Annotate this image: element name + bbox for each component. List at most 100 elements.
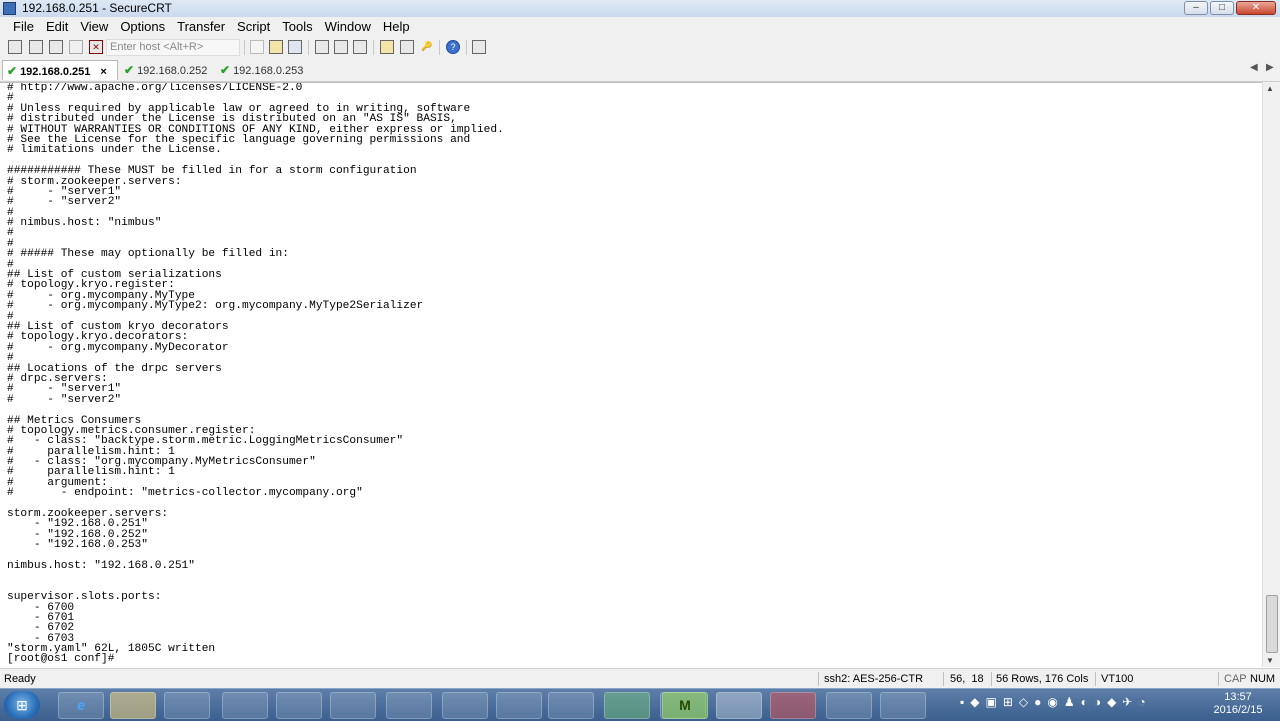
media-player-icon[interactable]: [164, 692, 210, 719]
file-explorer-icon[interactable]: [110, 692, 156, 719]
tab-192-168-0-252[interactable]: ✔ 192.168.0.252: [124, 60, 216, 80]
host-input[interactable]: Enter host <Alt+R>: [106, 39, 240, 56]
terminal-line: # ##### These may optionally be filled i…: [7, 248, 289, 261]
close-tab-icon[interactable]: ×: [100, 66, 106, 78]
terminal-app-icon[interactable]: [330, 692, 376, 719]
tab-scroll-left-icon[interactable]: ◀: [1250, 62, 1258, 73]
start-button[interactable]: ⊞: [4, 691, 40, 719]
session-options-icon[interactable]: [380, 40, 394, 54]
terminal-line: # storm.zookeeper.servers:: [7, 175, 182, 188]
terminal-line: # - "server1": [7, 185, 122, 198]
editor-icon[interactable]: [442, 692, 488, 719]
title-bar: 192.168.0.251 - SecureCRT – □ ✕: [0, 0, 1280, 18]
tab-192-168-0-251[interactable]: ✔ 192.168.0.251 ×: [2, 60, 118, 80]
network-tool-icon[interactable]: [386, 692, 432, 719]
menu-transfer[interactable]: Transfer: [171, 17, 231, 37]
terminal-scrollbar[interactable]: ▲ ▼: [1262, 82, 1280, 667]
terminal-line: [root@os1 conf]#: [7, 653, 122, 666]
disconnect-icon[interactable]: ✕: [89, 40, 103, 54]
menu-options[interactable]: Options: [114, 17, 171, 37]
terminal-line: - 6702: [7, 622, 75, 635]
terminal-line: # drpc.servers:: [7, 372, 108, 385]
tab-scroll-right-icon[interactable]: ▶: [1266, 62, 1274, 73]
status-cursor-position: 56, 18: [950, 673, 984, 685]
tab-label: 192.168.0.251: [20, 66, 91, 78]
connect-in-tab-icon[interactable]: [49, 40, 63, 54]
copy-icon[interactable]: [250, 40, 264, 54]
status-encryption: ssh2: AES-256-CTR: [824, 673, 924, 685]
securecrt-app-icon: [3, 2, 16, 15]
terminal-line: # - endpoint: "metrics-collector.mycompa…: [7, 487, 363, 500]
status-ready: Ready: [4, 673, 36, 685]
windows-taskbar: ⊞ e M ▪◆▣⊞◇●◉♟◐◑◆✈◔ 13:57 2016/2/15: [0, 688, 1280, 721]
mindmap-icon[interactable]: M: [662, 692, 708, 719]
menu-window[interactable]: Window: [319, 17, 377, 37]
status-divider: [1095, 672, 1096, 686]
terminal-line: # - "server2": [7, 393, 122, 406]
terminal-line: #: [7, 206, 14, 219]
help-icon[interactable]: ?: [446, 40, 460, 54]
terminal-line: supervisor.slots.ports:: [7, 591, 162, 604]
print-icon[interactable]: [315, 40, 329, 54]
status-num-lock: NUM: [1250, 673, 1276, 685]
xmind-icon[interactable]: [770, 692, 816, 719]
eraser-icon[interactable]: [826, 692, 872, 719]
terminal-line: #: [7, 227, 14, 240]
system-clock[interactable]: 13:57 2016/2/15: [1208, 691, 1268, 717]
terminal-line: - 6701: [7, 611, 75, 624]
sftp-icon[interactable]: [472, 40, 486, 54]
terminal-line: # - "server2": [7, 196, 122, 209]
status-emulation: VT100: [1101, 673, 1134, 685]
terminal-line: # limitations under the License.: [7, 144, 222, 157]
terminal-line: ## Locations of the drpc servers: [7, 362, 222, 375]
tab-label: 192.168.0.253: [233, 65, 304, 77]
toolbar-separator: [373, 40, 374, 55]
securecrt-taskbar-icon[interactable]: [716, 692, 762, 719]
status-terminal-size: 56 Rows, 176 Cols: [996, 673, 1089, 685]
tab-192-168-0-253[interactable]: ✔ 192.168.0.253: [220, 60, 312, 80]
menu-help[interactable]: Help: [377, 17, 416, 37]
print-selection-icon[interactable]: [334, 40, 348, 54]
terminal-line: storm.zookeeper.servers:: [7, 508, 169, 521]
cloud-sync-icon[interactable]: [222, 692, 268, 719]
terminal-line: ## List of custom kryo decorators: [7, 320, 229, 333]
quick-connect-icon[interactable]: [29, 40, 43, 54]
reconnect-icon[interactable]: [69, 40, 83, 54]
connected-check-icon: ✔: [124, 63, 135, 77]
spreadsheet-icon[interactable]: [604, 692, 650, 719]
scrollbar-thumb[interactable]: [1266, 595, 1278, 653]
terminal-line: - "192.168.0.251": [7, 518, 148, 531]
eclipse-icon[interactable]: [496, 692, 542, 719]
connect-icon[interactable]: [8, 40, 22, 54]
menu-edit[interactable]: Edit: [40, 17, 74, 37]
terminal-line: # nimbus.host: "nimbus": [7, 217, 162, 230]
terminal-line: # distributed under the License is distr…: [7, 113, 457, 126]
terminal-line: # http://www.apache.org/licenses/LICENSE…: [7, 82, 303, 94]
menu-tools[interactable]: Tools: [276, 17, 318, 37]
menu-view[interactable]: View: [74, 17, 114, 37]
connected-check-icon: ✔: [7, 64, 18, 78]
terminal-line: # - class: "org.mycompany.MyMetricsConsu…: [7, 456, 316, 469]
maximize-button[interactable]: □: [1210, 1, 1234, 15]
close-button[interactable]: ✕: [1236, 1, 1276, 15]
scroll-down-icon[interactable]: ▼: [1266, 656, 1274, 665]
print-setup-icon[interactable]: [353, 40, 367, 54]
internet-explorer-icon[interactable]: e: [58, 692, 104, 719]
find-icon[interactable]: [288, 40, 302, 54]
terminal-output[interactable]: # http://www.apache.org/licenses/LICENSE…: [0, 82, 1262, 668]
virtualbox-icon[interactable]: [548, 692, 594, 719]
terminal-line: ## List of custom serializations: [7, 269, 222, 282]
system-tray[interactable]: ▪◆▣⊞◇●◉♟◐◑◆✈◔: [960, 695, 1152, 709]
paste-icon[interactable]: [269, 40, 283, 54]
global-options-icon[interactable]: [400, 40, 414, 54]
key-icon[interactable]: 🔑: [420, 40, 434, 54]
terminal-line: # - org.mycompany.MyDecorator: [7, 341, 229, 354]
menu-file[interactable]: File: [7, 17, 40, 37]
menu-script[interactable]: Script: [231, 17, 276, 37]
chrome-icon[interactable]: [276, 692, 322, 719]
scroll-up-icon[interactable]: ▲: [1266, 84, 1274, 93]
dubbo-icon[interactable]: [880, 692, 926, 719]
minimize-button[interactable]: –: [1184, 1, 1208, 15]
